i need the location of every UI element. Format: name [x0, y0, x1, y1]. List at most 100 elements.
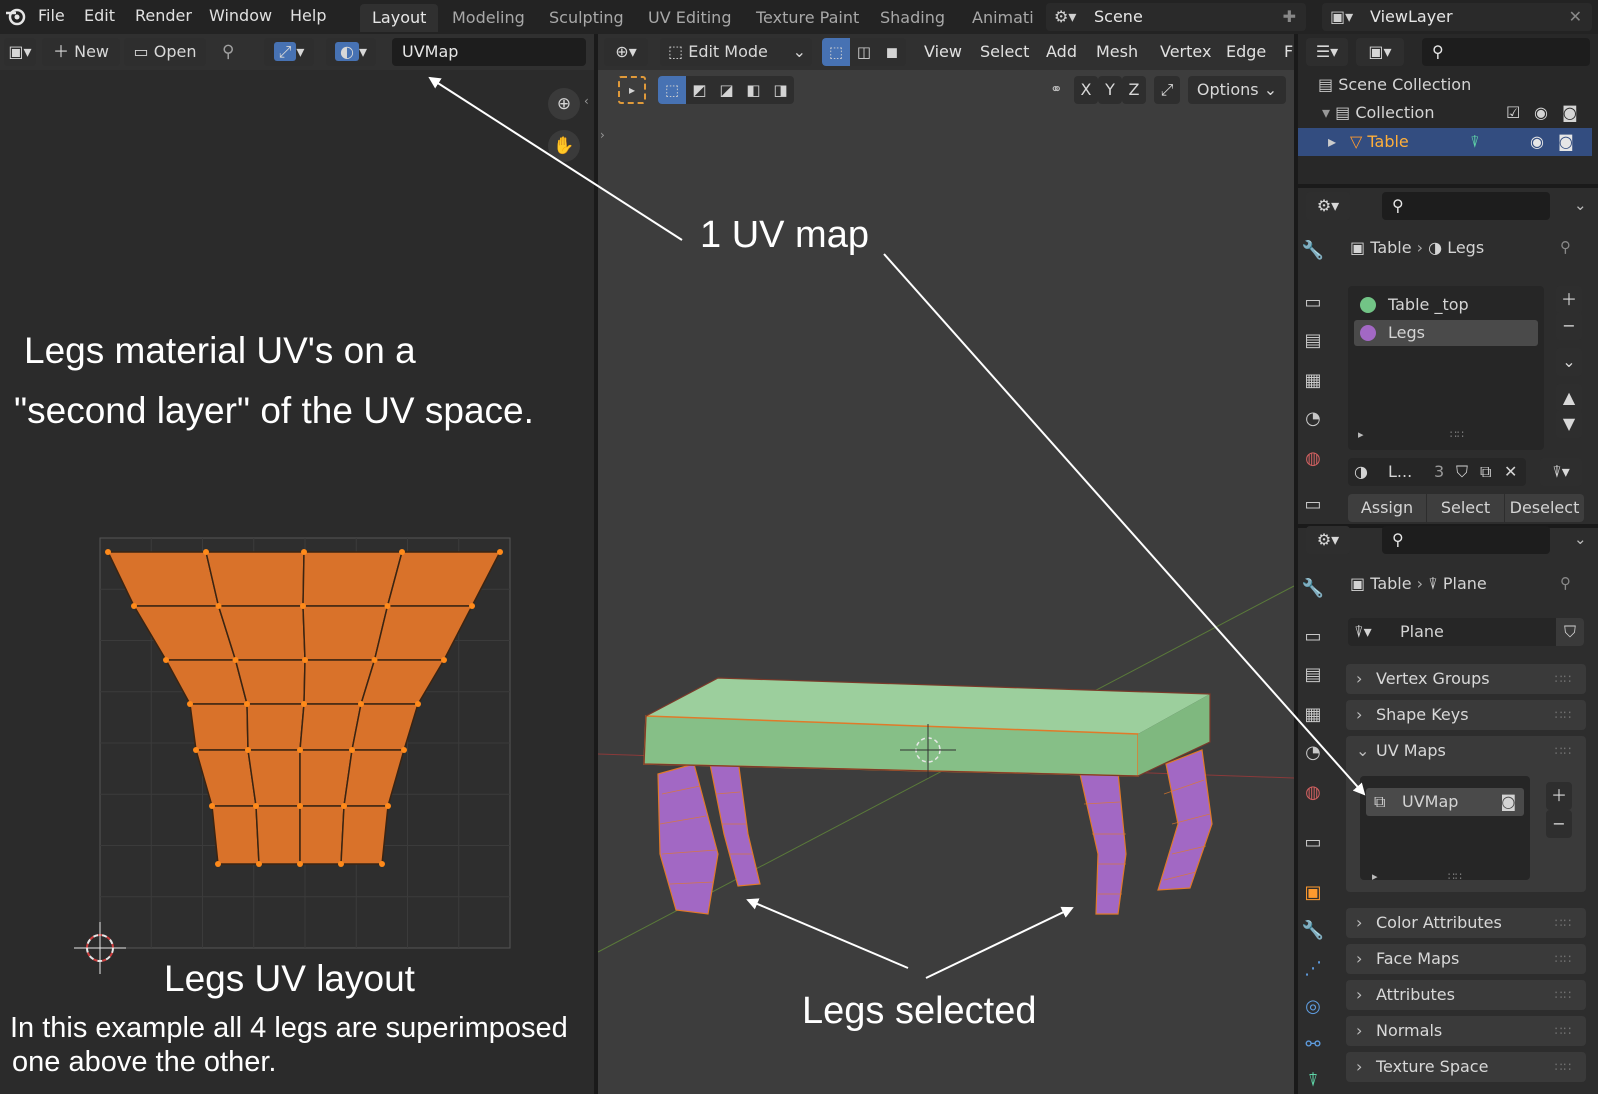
- menu-help[interactable]: Help: [290, 6, 326, 25]
- uv-vertex[interactable]: [187, 701, 193, 707]
- view-layer-tab-icon[interactable]: ▦: [1296, 370, 1330, 391]
- uv-map-item[interactable]: ⧉ UVMap ◙: [1366, 788, 1524, 816]
- section-vertex-groups[interactable]: › Vertex Groups ∷∷: [1346, 664, 1586, 694]
- pin-icon[interactable]: ✚: [1283, 3, 1296, 31]
- uv-face[interactable]: [247, 749, 301, 807]
- tool-tab-icon[interactable]: 🔧: [1296, 578, 1330, 599]
- uv-vertex[interactable]: [209, 803, 215, 809]
- tab-modeling[interactable]: Modeling: [440, 4, 537, 32]
- chevron-down-icon[interactable]: ⌄: [1574, 530, 1587, 548]
- properties-type-icon[interactable]: ⚙▾: [1306, 526, 1350, 554]
- modifier-tab-icon[interactable]: 🔧: [1296, 920, 1330, 941]
- uv-vertex[interactable]: [341, 803, 347, 809]
- camera-icon[interactable]: ◙: [1500, 788, 1516, 816]
- uv-face[interactable]: [189, 703, 249, 751]
- checkbox-icon[interactable]: ☑: [1506, 100, 1520, 126]
- uv-vertex[interactable]: [297, 861, 303, 867]
- pin-icon[interactable]: ⚲: [1560, 238, 1571, 256]
- uv-vertex[interactable]: [441, 657, 447, 663]
- add-uv-map-button[interactable]: ＋: [1546, 782, 1572, 810]
- resize-grip-icon[interactable]: ∷∷: [1450, 428, 1464, 441]
- close-icon[interactable]: ✕: [1569, 3, 1582, 31]
- pin-icon[interactable]: ⚲: [1560, 574, 1571, 592]
- section-texture-space[interactable]: › Texture Space ∷∷: [1346, 1052, 1586, 1082]
- uv-face[interactable]: [340, 805, 389, 865]
- scene-selector[interactable]: ⚙︎▾ Scene ✚: [1046, 3, 1306, 31]
- uv-vertex[interactable]: [215, 861, 221, 867]
- remove-uv-map-button[interactable]: −: [1546, 810, 1572, 838]
- add-slot-button[interactable]: ＋: [1556, 286, 1582, 314]
- assign-button[interactable]: Assign: [1348, 494, 1426, 522]
- uv-vertex[interactable]: [385, 803, 391, 809]
- mesh-datablock[interactable]: ⍒▾ Plane ⛉: [1348, 618, 1584, 646]
- uv-vertex[interactable]: [358, 701, 364, 707]
- uv-face[interactable]: [299, 749, 353, 807]
- uv-vertex[interactable]: [256, 861, 262, 867]
- uv-vertex[interactable]: [415, 701, 421, 707]
- viewport-scene[interactable]: [598, 34, 1294, 1094]
- camera-icon[interactable]: ◙: [1562, 100, 1578, 126]
- render-tab-icon[interactable]: ▭: [1296, 292, 1330, 313]
- blender-logo-icon[interactable]: [4, 4, 28, 28]
- world-tab-icon[interactable]: ◍: [1296, 782, 1330, 803]
- collection-tab-icon[interactable]: ▭: [1296, 832, 1330, 853]
- menu-edit[interactable]: Edit: [84, 6, 115, 25]
- uv-face[interactable]: [246, 703, 305, 751]
- fake-user-icon[interactable]: ⛉: [1456, 458, 1468, 486]
- material-slot-item[interactable]: Table _top: [1354, 292, 1538, 318]
- view-layer-selector[interactable]: ▣▾ ViewLayer ✕: [1322, 3, 1592, 31]
- eye-icon[interactable]: ◉: [1530, 128, 1544, 156]
- uv-vertex[interactable]: [193, 747, 199, 753]
- deselect-button[interactable]: Deselect: [1504, 494, 1584, 522]
- uv-face[interactable]: [302, 605, 389, 661]
- uv-vertex[interactable]: [379, 861, 385, 867]
- move-up-button[interactable]: ▲: [1556, 384, 1582, 412]
- uv-vertex[interactable]: [215, 603, 222, 609]
- collection-tab-icon[interactable]: ▭: [1296, 494, 1330, 515]
- uv-vertex[interactable]: [232, 657, 239, 663]
- uv-vertex[interactable]: [302, 657, 308, 663]
- uv-vertex[interactable]: [131, 603, 137, 609]
- uv-vertex[interactable]: [297, 803, 303, 809]
- world-tab-icon[interactable]: ◍: [1296, 448, 1330, 469]
- uv-vertex[interactable]: [203, 549, 209, 555]
- uv-vertex[interactable]: [349, 747, 355, 753]
- uv-face[interactable]: [211, 805, 260, 865]
- uv-vertex[interactable]: [338, 861, 344, 867]
- uv-vertex[interactable]: [371, 657, 378, 663]
- scene-tab-icon[interactable]: ◔: [1296, 408, 1330, 429]
- material-datablock[interactable]: ◑ L... 3 ⛉ ⧉ ✕: [1348, 458, 1526, 486]
- uv-vertex[interactable]: [105, 549, 111, 555]
- scene-collection-row[interactable]: ▤ Scene Collection: [1318, 72, 1471, 98]
- uv-canvas[interactable]: [0, 34, 596, 1094]
- select-button[interactable]: Select: [1426, 494, 1504, 522]
- resize-grip-icon[interactable]: ∷∷: [1448, 870, 1462, 883]
- output-tab-icon[interactable]: ▤: [1296, 330, 1330, 351]
- remove-slot-button[interactable]: −: [1556, 312, 1582, 340]
- mesh-data-tab-icon[interactable]: ⍒: [1296, 1070, 1330, 1091]
- tab-layout[interactable]: Layout: [360, 4, 439, 32]
- tab-uv-editing[interactable]: UV Editing: [636, 4, 743, 32]
- properties-search[interactable]: ⚲: [1382, 526, 1550, 554]
- outliner-row-table[interactable]: ▸ ▽ Table ⍒ ◉ ◙: [1298, 128, 1592, 156]
- constraints-tab-icon[interactable]: ⚯: [1296, 1034, 1330, 1055]
- close-icon[interactable]: ✕: [1504, 458, 1517, 486]
- uv-vertex[interactable]: [245, 747, 251, 753]
- section-attributes[interactable]: › Attributes ∷∷: [1346, 980, 1586, 1010]
- camera-icon[interactable]: ◙: [1558, 128, 1574, 156]
- uv-face[interactable]: [234, 659, 306, 705]
- eye-icon[interactable]: ◉: [1534, 100, 1548, 126]
- display-mode-icon[interactable]: ▣▾: [1356, 38, 1404, 66]
- render-tab-icon[interactable]: ▭: [1296, 626, 1330, 647]
- uv-face[interactable]: [299, 805, 345, 865]
- uv-vertex[interactable]: [469, 603, 475, 609]
- section-color-attributes[interactable]: › Color Attributes ∷∷: [1346, 908, 1586, 938]
- menu-file[interactable]: File: [38, 6, 65, 25]
- section-uv-maps[interactable]: ⌄ UV Maps ∷∷: [1346, 736, 1586, 766]
- tab-animation[interactable]: Animati: [960, 4, 1046, 32]
- uv-vertex[interactable]: [399, 549, 405, 555]
- material-slot-item[interactable]: Legs: [1354, 320, 1538, 346]
- uv-vertex[interactable]: [253, 803, 259, 809]
- menu-window[interactable]: Window: [209, 6, 272, 25]
- link-mode-icon[interactable]: ⍒▾: [1540, 458, 1582, 486]
